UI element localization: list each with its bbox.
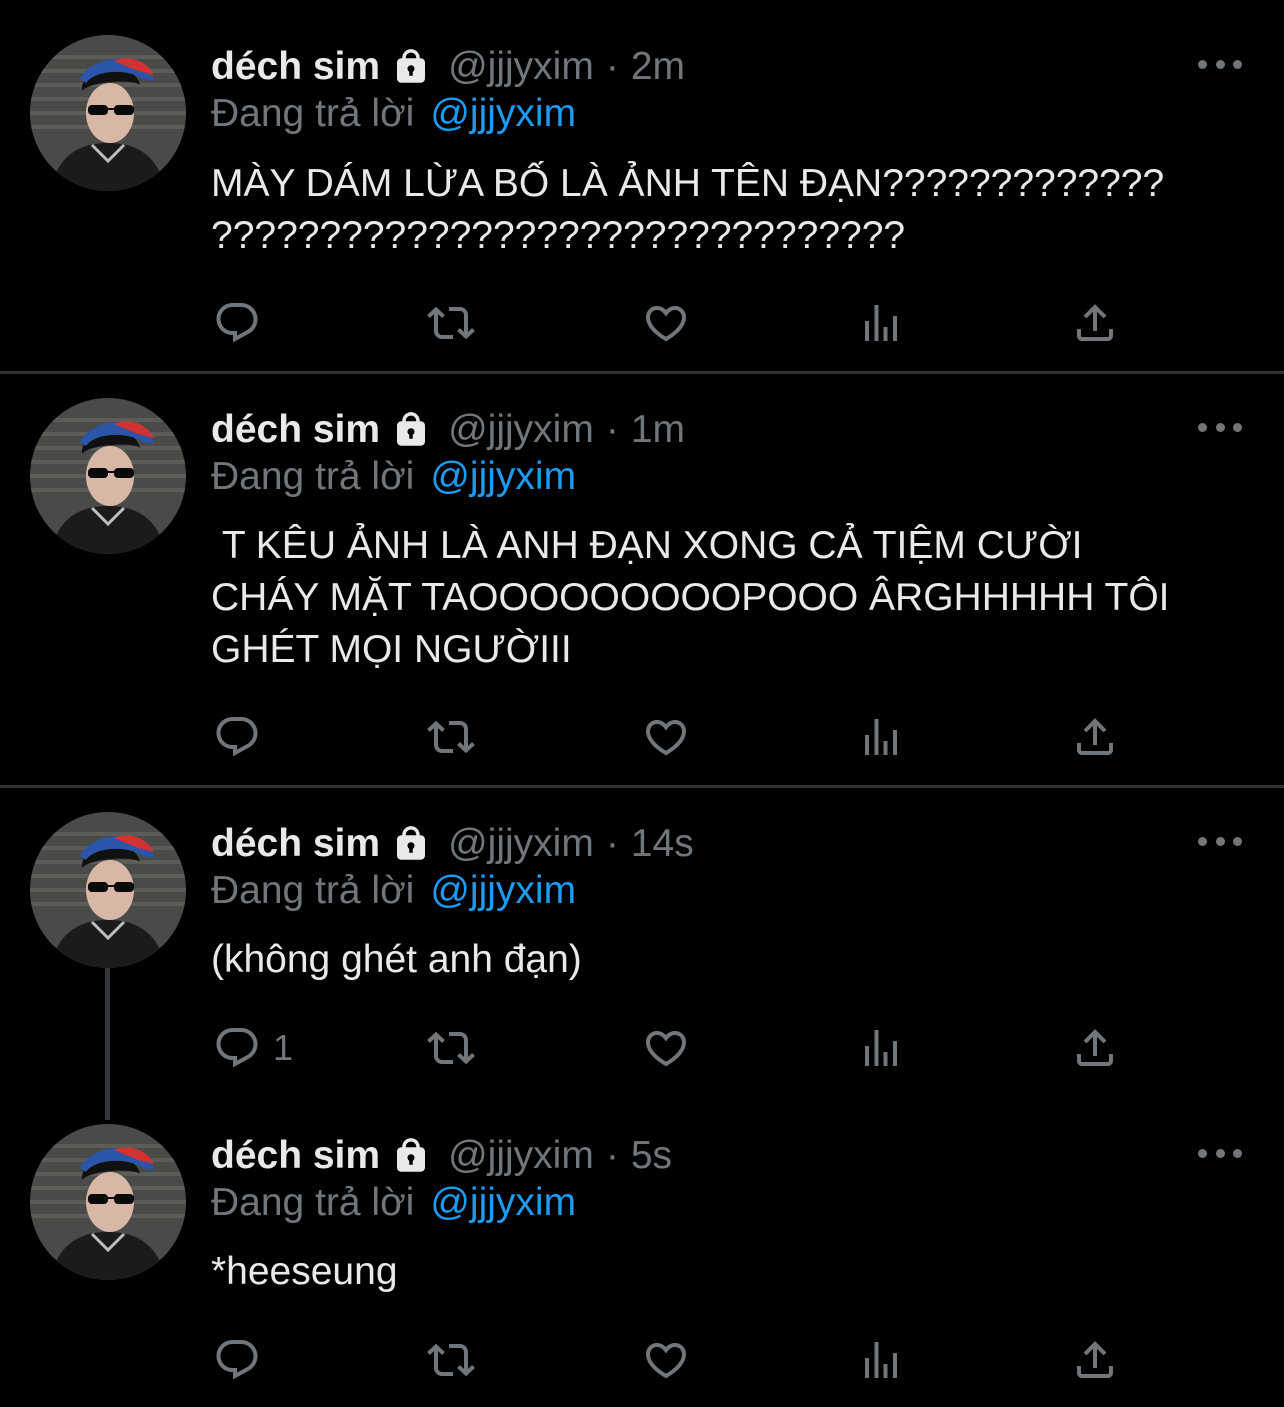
retweet-button[interactable] [427,1023,475,1073]
retweet-button[interactable] [427,298,475,348]
tweet-header: déch sim @jjjyxim · 1m [211,405,685,455]
share-icon [1071,299,1119,347]
display-name[interactable]: déch sim [211,822,380,866]
timestamp[interactable]: 2m [631,45,685,89]
action-bar [0,298,1284,348]
like-button[interactable] [642,1023,690,1073]
heart-icon [642,299,690,347]
avatar[interactable] [30,398,186,554]
tweet-header: déch sim @jjjyxim · 2m [211,42,685,92]
reply-button[interactable]: 1 [213,1023,293,1073]
replying-label: Đang trả lời [211,869,415,912]
share-button[interactable] [1071,712,1119,762]
lock-icon [390,1135,432,1177]
retweet-icon [427,1024,475,1072]
share-button[interactable] [1071,1335,1119,1385]
views-button[interactable] [857,1023,905,1073]
share-button[interactable] [1071,298,1119,348]
tweet-header: déch sim @jjjyxim · 5s [211,1131,672,1181]
views-icon [857,299,905,347]
mention-link[interactable]: @jjjyxim [430,92,576,136]
like-button[interactable] [642,1335,690,1385]
reply-icon [213,713,261,761]
tweet-text: (không ghét anh đạn) [211,938,582,981]
display-name[interactable]: déch sim [211,408,380,452]
divider [0,371,1284,374]
replying-label: Đang trả lời [211,1181,415,1224]
separator-dot: · [605,822,619,865]
tweet-text: *heeseung [211,1250,398,1293]
share-icon [1071,1336,1119,1384]
action-bar: 1 [0,1023,1284,1073]
share-button[interactable] [1071,1023,1119,1073]
username[interactable]: @jjjyxim [448,822,594,866]
username[interactable]: @jjjyxim [448,1134,594,1178]
reply-icon [213,299,261,347]
lock-icon [390,823,432,865]
mention-link[interactable]: @jjjyxim [430,1181,576,1225]
avatar[interactable] [30,812,186,968]
more-icon[interactable] [1198,54,1242,74]
views-icon [857,1336,905,1384]
retweet-icon [427,713,475,761]
action-bar [0,712,1284,762]
mention-link[interactable]: @jjjyxim [430,455,576,499]
retweet-button[interactable] [427,1335,475,1385]
retweet-icon [427,299,475,347]
timestamp[interactable]: 14s [631,822,694,866]
reply-count: 1 [273,1027,294,1068]
mention-link[interactable]: @jjjyxim [430,869,576,913]
reply-icon [213,1024,261,1072]
views-button[interactable] [857,712,905,762]
separator-dot: · [605,408,619,451]
lock-icon [390,46,432,88]
username[interactable]: @jjjyxim [448,45,594,89]
more-icon[interactable] [1198,1143,1242,1163]
replying-to: Đang trả lời @jjjyxim [211,453,576,501]
like-button[interactable] [642,712,690,762]
reply-button[interactable] [213,1335,273,1385]
timestamp[interactable]: 1m [631,408,685,452]
username[interactable]: @jjjyxim [448,408,594,452]
divider [0,785,1284,788]
separator-dot: · [605,1134,619,1177]
heart-icon [642,1336,690,1384]
avatar[interactable] [30,35,186,191]
share-icon [1071,1024,1119,1072]
tweet-header: déch sim @jjjyxim · 14s [211,819,694,869]
avatar[interactable] [30,1124,186,1280]
views-icon [857,713,905,761]
heart-icon [642,1024,690,1072]
more-icon[interactable] [1198,831,1242,851]
retweet-icon [427,1336,475,1384]
separator-dot: · [605,45,619,88]
like-button[interactable] [642,298,690,348]
display-name[interactable]: déch sim [211,1134,380,1178]
timestamp[interactable]: 5s [631,1134,672,1178]
reply-button[interactable] [213,298,273,348]
share-icon [1071,713,1119,761]
action-bar [0,1335,1284,1385]
reply-icon [213,1336,261,1384]
more-icon[interactable] [1198,417,1242,437]
tweet-text: T KÊU ẢNH LÀ ANH ĐẠN XONG CẢ TIỆM CƯỜI C… [211,524,1170,671]
replying-to: Đang trả lời @jjjyxim [211,867,576,915]
display-name[interactable]: déch sim [211,45,380,89]
replying-label: Đang trả lời [211,92,415,135]
replying-label: Đang trả lời [211,455,415,498]
tweet-text: MÀY DÁM LỪA BỐ LÀ ẢNH TÊN ĐẠN???????????… [211,162,1165,257]
replying-to: Đang trả lời @jjjyxim [211,1179,576,1227]
views-button[interactable] [857,1335,905,1385]
replying-to: Đang trả lời @jjjyxim [211,90,576,138]
retweet-button[interactable] [427,712,475,762]
views-icon [857,1024,905,1072]
reply-button[interactable] [213,712,273,762]
heart-icon [642,713,690,761]
views-button[interactable] [857,298,905,348]
lock-icon [390,409,432,451]
